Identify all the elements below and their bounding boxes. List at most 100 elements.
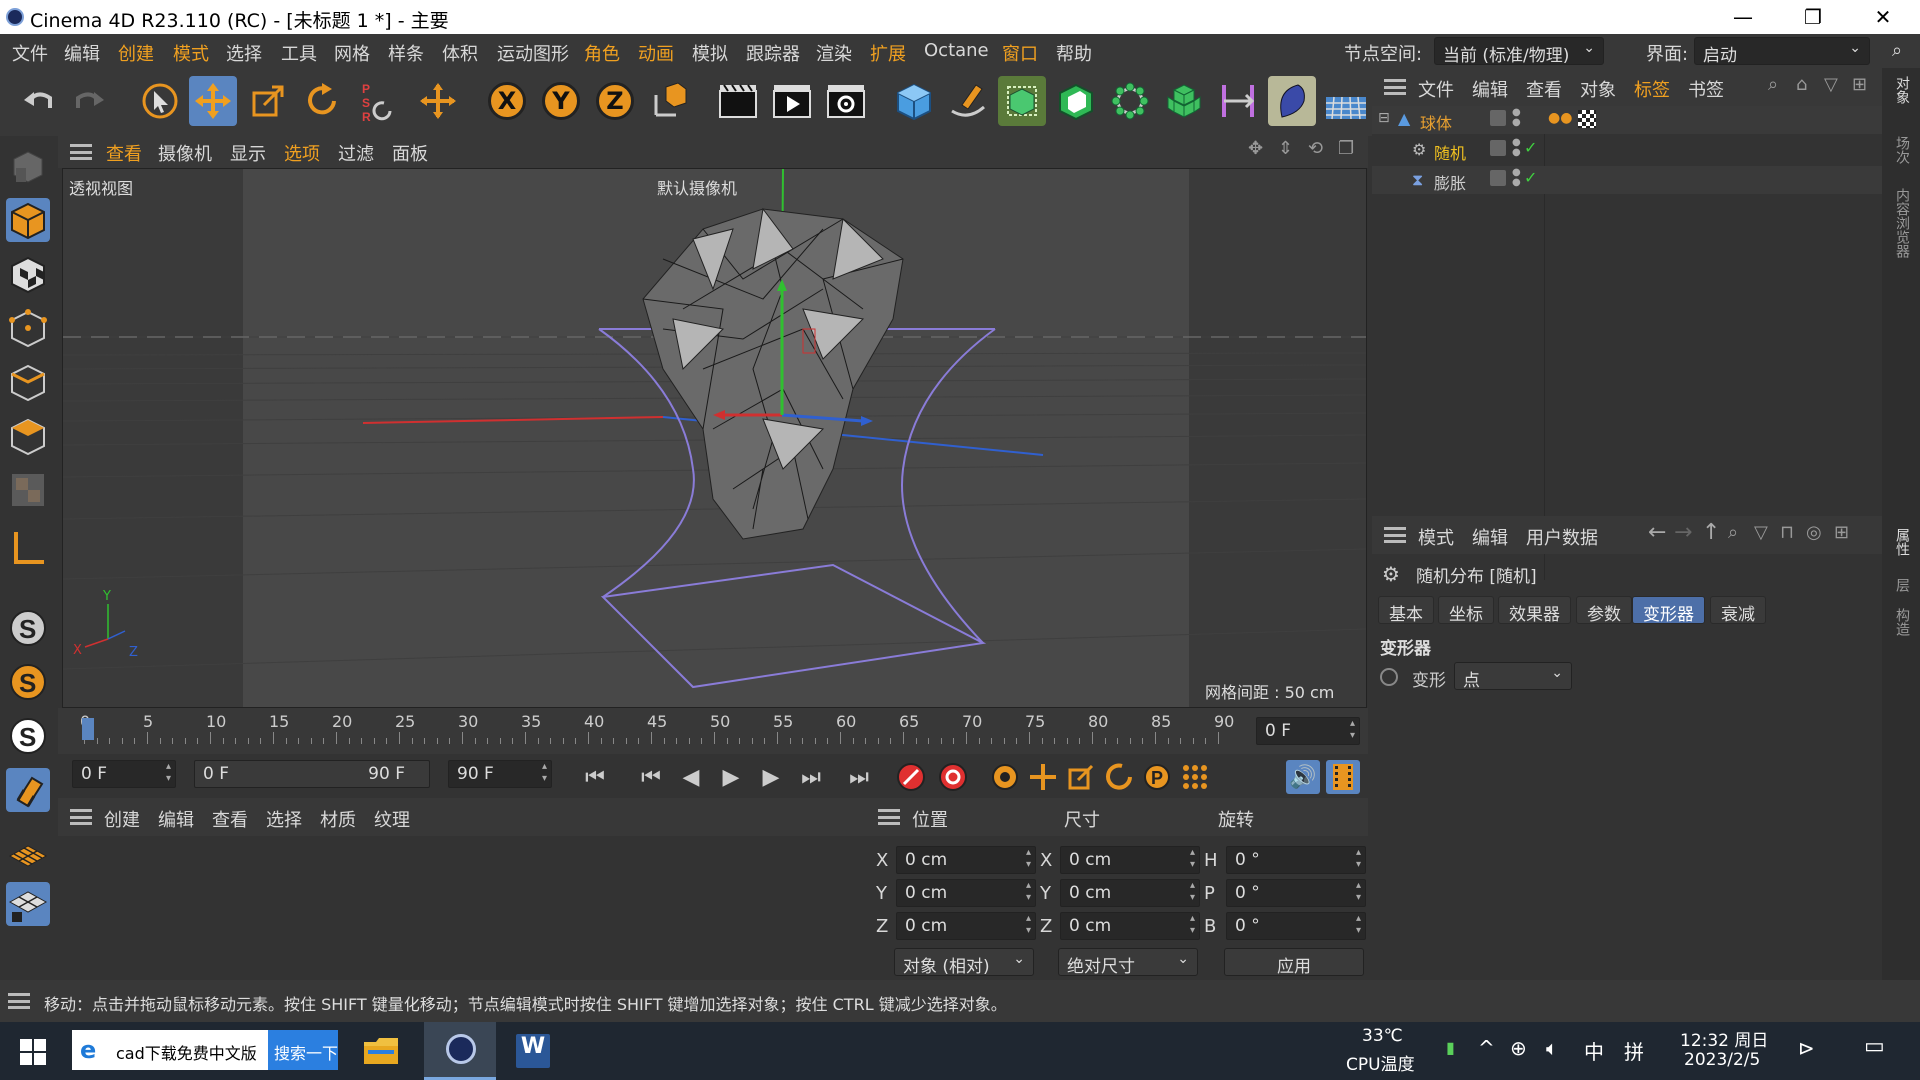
- attr-menu-mode[interactable]: 模式: [1418, 524, 1454, 550]
- vp-menu-camera[interactable]: 摄像机: [158, 140, 212, 166]
- menu-mesh[interactable]: 网格: [334, 40, 370, 66]
- side-tab-structure[interactable]: 构造: [1892, 608, 1912, 636]
- obj-menu-file[interactable]: 文件: [1418, 76, 1454, 102]
- end-frame-field[interactable]: 90 F ▴ ▾: [448, 760, 552, 788]
- animate-radio-icon[interactable]: [1380, 668, 1398, 686]
- prev-frame-icon[interactable]: ◀: [674, 760, 708, 794]
- vp-menu-view[interactable]: 查看: [106, 140, 142, 166]
- auto-key-icon[interactable]: [936, 760, 970, 794]
- position-z-field[interactable]: 0 cm ▴ ▾: [896, 912, 1036, 940]
- axis-mode-icon[interactable]: [6, 526, 50, 570]
- play-icon[interactable]: ▶: [714, 760, 748, 794]
- z-axis-lock-icon[interactable]: Z: [591, 76, 639, 126]
- search-icon[interactable]: ⌕: [1768, 74, 1778, 95]
- tab-parameter[interactable]: 参数: [1576, 596, 1632, 625]
- obj-menu-tags[interactable]: 标签: [1634, 76, 1670, 102]
- mat-menu-material[interactable]: 材质: [320, 806, 356, 832]
- size-mode-dropdown[interactable]: 绝对尺寸 ⌄: [1058, 948, 1198, 977]
- rotate-tool-icon[interactable]: [298, 76, 346, 126]
- timeline[interactable]: 051015202530354045505560657075808590 0 F…: [58, 708, 1368, 754]
- keyframe-selection-icon[interactable]: [988, 760, 1022, 794]
- make-editable-icon[interactable]: [6, 144, 50, 188]
- menu-spline[interactable]: 样条: [388, 40, 424, 66]
- rotation-b-field[interactable]: 0 ° ▴ ▾: [1226, 912, 1366, 940]
- taskbar-cinema4d[interactable]: [424, 1022, 496, 1080]
- vp-menu-options[interactable]: 选项: [284, 140, 320, 166]
- menu-simulate[interactable]: 模拟: [692, 40, 728, 66]
- playhead[interactable]: [82, 718, 94, 740]
- magnet-icon[interactable]: [6, 768, 50, 812]
- cube-icon[interactable]: [890, 76, 938, 126]
- windows-start-icon[interactable]: [20, 1039, 46, 1070]
- side-tab-takes[interactable]: 场次: [1892, 136, 1912, 164]
- edges-mode-icon[interactable]: [6, 360, 50, 404]
- timeline-ruler[interactable]: 051015202530354045505560657075808590: [58, 708, 1238, 754]
- side-tab-layers[interactable]: 层: [1892, 578, 1912, 592]
- enabled-check-icon[interactable]: ✓: [1524, 168, 1537, 187]
- position-y-field[interactable]: 0 cm ▴ ▾: [896, 879, 1036, 907]
- menu-volume[interactable]: 体积: [442, 40, 478, 66]
- key-scale-icon[interactable]: [1064, 760, 1098, 794]
- cloner-icon[interactable]: [1106, 76, 1154, 126]
- node-space-dropdown[interactable]: 当前 (标准/物理) ⌄: [1434, 37, 1604, 66]
- menu-animate[interactable]: 动画: [638, 40, 674, 66]
- model-mode-icon[interactable]: [6, 198, 50, 242]
- key-pla-icon[interactable]: [1178, 760, 1212, 794]
- rotation-p-field[interactable]: 0 ° ▴ ▾: [1226, 879, 1366, 907]
- floor-object-icon[interactable]: [1322, 76, 1370, 126]
- key-position-icon[interactable]: [1026, 760, 1060, 794]
- object-name[interactable]: 随机: [1434, 140, 1466, 164]
- coord-mode-dropdown[interactable]: 对象 (相对) ⌄: [894, 948, 1034, 977]
- sky-object-icon[interactable]: [1268, 76, 1316, 126]
- go-to-start-icon[interactable]: ⏮: [578, 760, 612, 794]
- tab-basic[interactable]: 基本: [1378, 596, 1434, 625]
- word-icon[interactable]: W: [516, 1034, 550, 1068]
- frame-range-slider[interactable]: 0 F 90 F: [194, 760, 430, 788]
- enabled-check-icon[interactable]: ✓: [1524, 138, 1537, 157]
- mat-menu-edit[interactable]: 编辑: [158, 806, 194, 832]
- obj-menu-bookmarks[interactable]: 书签: [1688, 76, 1724, 102]
- attr-menu-edit[interactable]: 编辑: [1472, 524, 1508, 550]
- media-icon[interactable]: ⊳: [1798, 1036, 1815, 1060]
- vp-menu-display[interactable]: 显示: [230, 140, 266, 166]
- psr-icon[interactable]: PSR: [352, 76, 400, 126]
- up-arrow-icon[interactable]: ↑: [1702, 520, 1720, 545]
- menu-render[interactable]: 渲染: [816, 40, 852, 66]
- polygons-mode-icon[interactable]: [6, 414, 50, 458]
- perspective-viewport[interactable]: 透视视图 默认摄像机 网格间距 : 50 cm X Y Z: [62, 168, 1367, 708]
- go-to-end-icon[interactable]: ⏭: [842, 760, 876, 794]
- obj-menu-view[interactable]: 查看: [1526, 76, 1562, 102]
- status-hamburger-icon[interactable]: [8, 993, 30, 1009]
- layout-dropdown[interactable]: 启动 ⌄: [1694, 37, 1870, 66]
- clock-date[interactable]: 2023/2/5: [1684, 1050, 1760, 1070]
- menu-character[interactable]: 角色: [584, 40, 620, 66]
- visibility-dots-icon[interactable]: ● ●: [1512, 138, 1521, 158]
- undo-icon[interactable]: [14, 76, 62, 126]
- menu-mograph[interactable]: 运动图形: [497, 40, 569, 66]
- search-go-button[interactable]: 搜索一下: [268, 1030, 338, 1070]
- ime-layout-icon[interactable]: 拼: [1624, 1036, 1644, 1065]
- collapse-icon[interactable]: ⊟: [1378, 110, 1390, 126]
- menu-help[interactable]: 帮助: [1056, 40, 1092, 66]
- layer-icon[interactable]: [1490, 140, 1506, 156]
- clock-time[interactable]: 12:32 周日: [1680, 1026, 1768, 1051]
- render-settings-icon[interactable]: [822, 76, 870, 126]
- search-icon[interactable]: ⌕: [1892, 40, 1902, 61]
- y-axis-lock-icon[interactable]: Y: [537, 76, 585, 126]
- uvw-mode-icon[interactable]: [6, 468, 50, 512]
- mat-menu-select[interactable]: 选择: [266, 806, 302, 832]
- volume-icon[interactable]: 🔈︎: [1546, 1036, 1558, 1060]
- redo-icon[interactable]: [66, 76, 114, 126]
- move-tool-icon[interactable]: [189, 76, 237, 126]
- menu-octane[interactable]: Octane: [924, 40, 989, 61]
- network-icon[interactable]: ⊕: [1510, 1036, 1527, 1060]
- menu-tools[interactable]: 工具: [281, 40, 317, 66]
- visibility-dots-icon[interactable]: ● ●: [1512, 108, 1521, 128]
- key-rotation-icon[interactable]: [1102, 760, 1136, 794]
- filter-icon[interactable]: ▽: [1824, 74, 1838, 95]
- render-picture-viewer-icon[interactable]: [768, 76, 816, 126]
- vp-menu-panel[interactable]: 面板: [392, 140, 428, 166]
- menu-file[interactable]: 文件: [12, 40, 48, 66]
- vp-rotate-icon[interactable]: ⟲: [1308, 138, 1323, 159]
- solo-selection-icon[interactable]: S: [6, 714, 50, 758]
